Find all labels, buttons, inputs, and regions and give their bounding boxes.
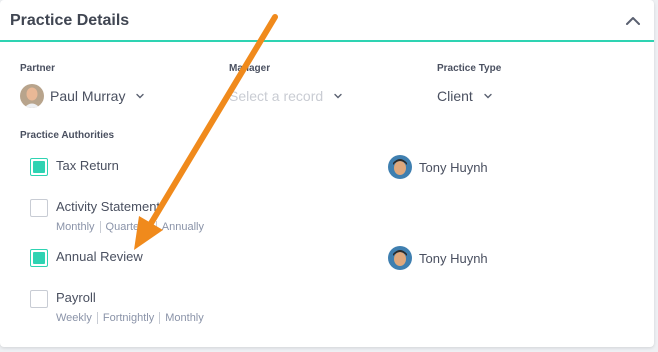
tax-return-assignee[interactable]: Tony Huynh bbox=[388, 155, 488, 179]
partner-value: Paul Murray bbox=[50, 88, 126, 104]
annual-review-assignee[interactable]: Tony Huynh bbox=[388, 246, 488, 270]
chevron-down-icon bbox=[484, 93, 492, 99]
authority-label: Annual Review bbox=[56, 249, 143, 264]
avatar bbox=[388, 155, 412, 179]
option-monthly[interactable]: Monthly bbox=[56, 221, 100, 233]
manager-placeholder: Select a record bbox=[229, 88, 324, 104]
assignee-name: Tony Huynh bbox=[419, 159, 488, 175]
assignee-name: Tony Huynh bbox=[419, 250, 488, 266]
avatar bbox=[388, 246, 412, 270]
authorities-label: Practice Authorities bbox=[20, 130, 115, 141]
authority-label: Tax Return bbox=[56, 158, 119, 173]
annual-review-checkbox[interactable] bbox=[30, 249, 48, 267]
activity-statement-checkbox[interactable] bbox=[30, 199, 48, 217]
frequency-options: Weekly Fortnightly Monthly bbox=[56, 312, 209, 324]
manager-label: Manager bbox=[229, 63, 271, 74]
manager-select[interactable]: Select a record bbox=[229, 83, 343, 109]
panel-header[interactable]: Practice Details bbox=[0, 0, 654, 42]
practice-type-select[interactable]: Client bbox=[437, 83, 493, 109]
practice-details-panel: Practice Details Partner Paul Murray Man… bbox=[0, 0, 654, 347]
option-weekly[interactable]: Weekly bbox=[56, 312, 97, 324]
practice-type-value: Client bbox=[437, 88, 473, 104]
practice-type-label: Practice Type bbox=[437, 63, 502, 74]
avatar bbox=[20, 84, 44, 108]
panel-title: Practice Details bbox=[10, 12, 130, 29]
partner-label: Partner bbox=[20, 63, 56, 74]
payroll-checkbox[interactable] bbox=[30, 290, 48, 308]
authority-label: Payroll bbox=[56, 290, 96, 305]
tax-return-checkbox[interactable] bbox=[30, 158, 48, 176]
option-annually[interactable]: Annually bbox=[155, 221, 209, 233]
authority-label: Activity Statement bbox=[56, 199, 161, 214]
partner-select[interactable]: Paul Murray bbox=[20, 83, 145, 109]
option-quarterly[interactable]: Quarterly bbox=[99, 221, 156, 233]
frequency-options: Monthly Quarterly Annually bbox=[56, 221, 209, 233]
chevron-down-icon bbox=[334, 93, 342, 99]
option-fortnightly[interactable]: Fortnightly bbox=[96, 312, 159, 324]
option-monthly[interactable]: Monthly bbox=[159, 312, 209, 324]
chevron-down-icon bbox=[136, 93, 145, 99]
chevron-up-icon[interactable] bbox=[622, 10, 644, 32]
